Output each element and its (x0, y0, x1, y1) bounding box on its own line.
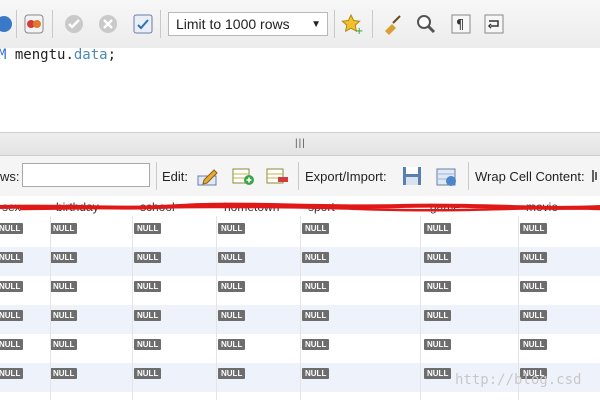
null-badge[interactable]: NULL (134, 281, 162, 292)
null-badge[interactable]: NULL (424, 339, 452, 350)
null-badge[interactable]: NULL (520, 339, 548, 350)
limit-rows-value: Limit to 1000 rows (176, 16, 290, 32)
null-badge[interactable]: NULL (50, 281, 78, 292)
null-badge[interactable]: NULL (302, 252, 330, 263)
null-badge[interactable]: NULL (218, 281, 246, 292)
null-badge[interactable]: NULL (520, 281, 548, 292)
beautify-broom-icon[interactable] (380, 12, 404, 36)
export-import-label: Export/Import: (305, 169, 387, 184)
edit-row-icon[interactable] (196, 164, 220, 188)
null-badge[interactable]: NULL (50, 310, 78, 321)
column-divider (216, 216, 217, 400)
null-badge[interactable]: NULL (218, 368, 246, 379)
null-badge[interactable]: NULL (0, 339, 24, 350)
execute-icon[interactable] (0, 12, 16, 36)
null-badge[interactable]: NULL (134, 310, 162, 321)
find-magnifier-icon[interactable] (414, 12, 438, 36)
result-toolbar: ws: Edit: Export/Import: Wrap Cell Conte… (0, 156, 600, 197)
null-badge[interactable]: NULL (0, 281, 24, 292)
red-strikethrough-annotation (0, 202, 600, 212)
bookmark-star-icon[interactable]: + (340, 12, 364, 36)
null-badge[interactable]: NULL (302, 310, 330, 321)
null-badge[interactable]: NULL (0, 310, 24, 321)
wrap-cell-label: Wrap Cell Content: (475, 169, 585, 184)
delete-row-icon[interactable] (265, 164, 289, 188)
sql-editor[interactable]: M mengtu.data; (0, 47, 600, 132)
insert-row-icon[interactable] (231, 164, 255, 188)
toolbar-divider (468, 162, 469, 190)
rollback-icon[interactable] (96, 12, 120, 36)
null-badge[interactable]: NULL (218, 310, 246, 321)
toolbar-divider (16, 10, 17, 38)
column-divider (132, 216, 133, 400)
commit-icon[interactable] (62, 12, 86, 36)
export-save-icon[interactable] (401, 164, 425, 188)
null-badge[interactable]: NULL (134, 339, 162, 350)
column-divider (50, 216, 51, 400)
null-badge[interactable]: NULL (302, 339, 330, 350)
null-badge[interactable]: NULL (424, 310, 452, 321)
null-badge[interactable]: NULL (424, 368, 452, 379)
toolbar-divider (160, 10, 161, 38)
toolbar-divider (52, 10, 53, 38)
invisible-chars-icon[interactable]: ¶ (449, 12, 473, 36)
toolbar-divider (298, 162, 299, 190)
autocommit-icon[interactable] (131, 12, 155, 36)
column-divider (300, 216, 301, 400)
panel-splitter[interactable]: ||| (0, 132, 600, 156)
null-badge[interactable]: NULL (520, 252, 548, 263)
svg-text:¶: ¶ (456, 18, 464, 33)
null-badge[interactable]: NULL (218, 339, 246, 350)
null-badge[interactable]: NULL (424, 281, 452, 292)
import-icon[interactable] (435, 164, 459, 188)
null-badge[interactable]: NULL (0, 223, 24, 234)
sql-code-line: M mengtu.data; (0, 47, 116, 63)
explain-icon[interactable] (22, 12, 46, 36)
null-badge[interactable]: NULL (302, 368, 330, 379)
null-badge[interactable]: NULL (50, 252, 78, 263)
null-badge[interactable]: NULL (0, 252, 24, 263)
sql-terminator: ; (107, 47, 117, 63)
filter-rows-label: ws: (0, 169, 20, 184)
null-badge[interactable]: NULL (520, 223, 548, 234)
splitter-grip-icon[interactable]: ||| (295, 138, 306, 149)
limit-rows-select[interactable]: Limit to 1000 rows ▼ (168, 12, 328, 36)
null-badge[interactable]: NULL (50, 339, 78, 350)
null-badge[interactable]: NULL (424, 252, 452, 263)
column-divider (420, 216, 421, 400)
null-badge[interactable]: NULL (50, 368, 78, 379)
toolbar-divider (372, 10, 373, 38)
null-badge[interactable]: NULL (520, 310, 548, 321)
toolbar-divider (334, 10, 335, 38)
svg-text:+: + (355, 26, 363, 35)
null-badge[interactable]: NULL (424, 223, 452, 234)
result-grid: NULL NULL NULL NULL NULL NULL NULL NULL NULL NULL… (0, 196, 600, 400)
sql-schema: mengtu. (6, 47, 74, 63)
null-badge[interactable]: NULL (134, 368, 162, 379)
null-badge[interactable]: NULL (218, 252, 246, 263)
null-badge[interactable]: NULL (0, 368, 24, 379)
wrap-lines-icon[interactable] (482, 12, 506, 36)
query-toolbar: Limit to 1000 rows ▼ + ¶ (0, 0, 600, 49)
null-badge[interactable]: NULL (134, 252, 162, 263)
null-badge[interactable]: NULL (302, 281, 330, 292)
null-badge[interactable]: NULL (218, 223, 246, 234)
wrap-cell-icon[interactable] (590, 164, 600, 188)
null-badge[interactable]: NULL (302, 223, 330, 234)
toolbar-divider (156, 162, 157, 190)
sql-table: data (73, 47, 108, 63)
chevron-down-icon: ▼ (311, 19, 321, 30)
null-badge[interactable]: NULL (50, 223, 78, 234)
filter-rows-input[interactable] (22, 163, 150, 187)
null-badge[interactable]: NULL (134, 223, 162, 234)
edit-label: Edit: (162, 169, 189, 184)
watermark: http://blog.csd (455, 372, 582, 388)
